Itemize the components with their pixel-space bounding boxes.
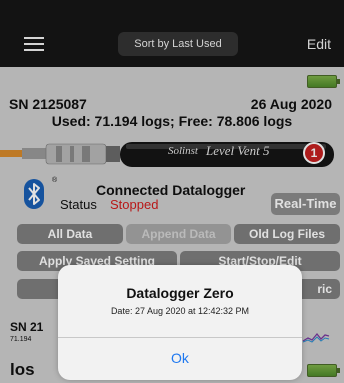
alert-dialog: Datalogger Zero Date: 27 Aug 2020 at 12:… [58, 265, 302, 380]
alert-message: Date: 27 Aug 2020 at 12:42:32 PM [110, 306, 250, 316]
ok-button[interactable]: Ok [58, 338, 302, 380]
alert-title: Datalogger Zero [126, 285, 234, 301]
